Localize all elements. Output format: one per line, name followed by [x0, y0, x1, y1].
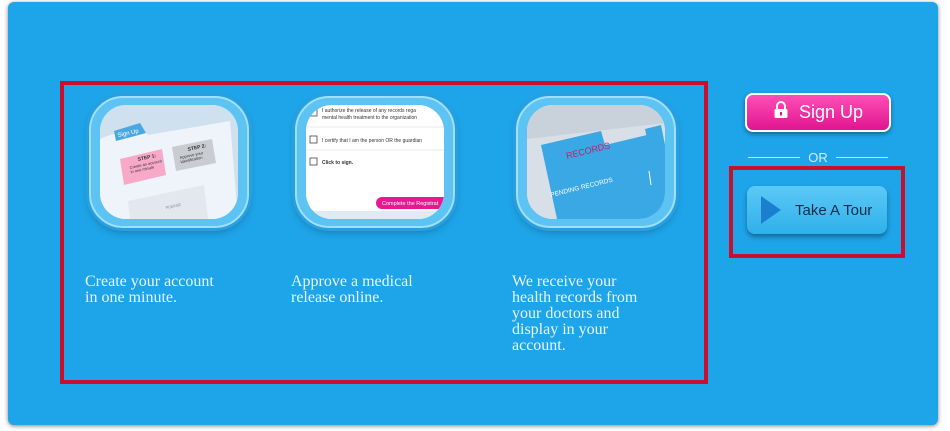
steps-highlight-box: [60, 81, 708, 384]
or-divider: OR: [748, 147, 888, 167]
divider-line: [748, 156, 801, 158]
sign-up-button[interactable]: Sign Up: [745, 93, 891, 132]
sign-up-label: Sign Up: [798, 102, 864, 122]
or-label: OR: [808, 149, 828, 165]
lock-icon: [773, 101, 789, 124]
divider-line: [835, 156, 888, 158]
tour-highlight-box: [729, 166, 905, 258]
